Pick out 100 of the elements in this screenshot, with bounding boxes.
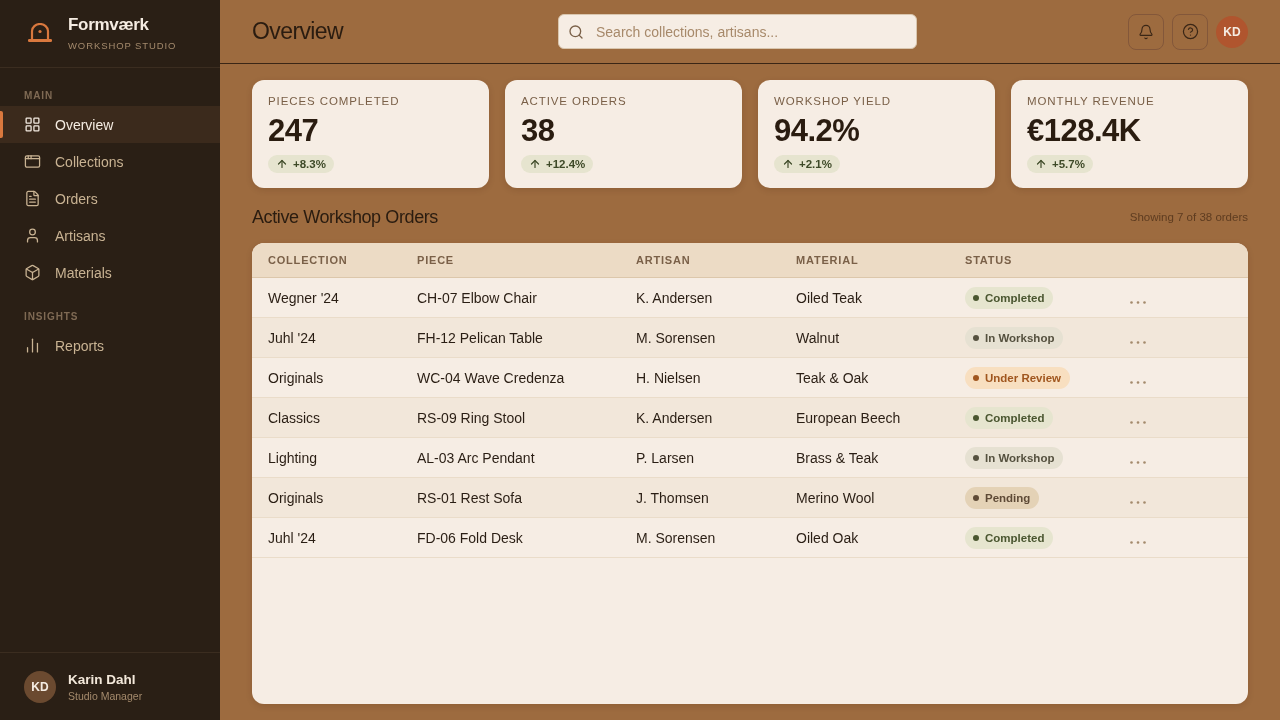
- arrow-up-icon: [782, 158, 794, 170]
- table-cell-text: AL-03 Arc Pendant: [417, 449, 536, 466]
- table-cell-text: Originals: [268, 489, 325, 506]
- status-dot-icon: [973, 534, 979, 541]
- table-cell-text: RS-01 Rest Sofa: [417, 489, 524, 506]
- change-badge: +5.7%: [1027, 155, 1093, 173]
- table-cell-text: Classics: [268, 409, 322, 426]
- table-cell-text: M. Sorensen: [636, 329, 717, 346]
- nav-item[interactable]: Artisans: [0, 217, 220, 254]
- table-cell-text: K. Andersen: [636, 289, 714, 306]
- table-cell-text: H. Nielsen: [636, 369, 702, 386]
- arrow-up-icon: [529, 158, 541, 170]
- status-dot-icon: [973, 454, 979, 461]
- status-dot-icon: [973, 294, 979, 301]
- stat-value: 94.2%: [774, 113, 861, 149]
- column-header: COLLECTION: [268, 254, 349, 266]
- column-header: ARTISAN: [636, 254, 692, 266]
- status-badge: In Workshop: [965, 446, 1064, 469]
- bar-chart-icon: [24, 337, 41, 354]
- ellipsis-icon: [1130, 380, 1146, 384]
- ellipsis-icon: [1130, 540, 1146, 544]
- table-cell-text: Walnut: [796, 329, 841, 346]
- grid-icon: [24, 116, 41, 133]
- status-dot-icon: [973, 374, 979, 381]
- table-cell-text: Teak & Oak: [796, 369, 870, 386]
- document-icon: [24, 190, 41, 207]
- stat-value: 38: [521, 113, 556, 149]
- status-dot-icon: [973, 494, 979, 501]
- nav-item[interactable]: Orders: [0, 180, 220, 217]
- table-cell-text: M. Sorensen: [636, 529, 717, 546]
- nav-item[interactable]: Reports: [0, 327, 220, 364]
- search-field[interactable]: Search collections, artisans...: [558, 14, 917, 49]
- notifications-button[interactable]: [1128, 13, 1164, 50]
- search-icon: [568, 24, 584, 40]
- column-header: STATUS: [965, 254, 1014, 266]
- stat-label: WORKSHOP YIELD: [774, 95, 892, 107]
- status-dot-icon: [973, 414, 979, 421]
- table-cell-text: FH-12 Pelican Table: [417, 329, 544, 346]
- table-cell-text: Oiled Teak: [796, 289, 863, 306]
- stat-value: €128.4K: [1027, 113, 1142, 149]
- table-cell-text: Wegner '24: [268, 289, 340, 306]
- ellipsis-icon: [1130, 460, 1146, 464]
- change-badge: +2.1%: [774, 155, 840, 173]
- stat-label: MONTHLY REVENUE: [1027, 95, 1156, 107]
- stat-label: ACTIVE ORDERS: [521, 95, 628, 107]
- user-avatar: KD: [24, 670, 56, 703]
- help-icon: [1181, 23, 1199, 40]
- section-title: Active Workshop Orders: [252, 206, 438, 228]
- window-icon: [24, 153, 41, 170]
- user-avatar[interactable]: KD: [1216, 15, 1248, 48]
- column-header: PIECE: [417, 254, 455, 266]
- change-badge: +12.4%: [521, 155, 594, 173]
- status-dot-icon: [973, 334, 979, 341]
- orders-summary: Showing 7 of 38 orders: [1129, 211, 1248, 223]
- user-role: Studio Manager: [68, 689, 143, 702]
- table-cell-text: Juhl '24: [268, 329, 317, 346]
- nav-item[interactable]: Collections: [0, 143, 220, 180]
- table-cell-text: Brass & Teak: [796, 449, 880, 466]
- status-badge: Completed: [965, 526, 1054, 549]
- brand-tagline: WORKSHOP STUDIO: [68, 39, 177, 51]
- change-badge: +8.3%: [268, 155, 334, 173]
- table-cell-text: Oiled Oak: [796, 529, 860, 546]
- table-cell-text: Juhl '24: [268, 529, 317, 546]
- arrow-up-icon: [276, 158, 288, 170]
- bell-icon: [1138, 23, 1154, 40]
- table-cell-text: K. Andersen: [636, 409, 714, 426]
- help-button[interactable]: [1172, 13, 1208, 50]
- table-cell-text: FD-06 Fold Desk: [417, 529, 524, 546]
- table-cell-text: CH-07 Elbow Chair: [417, 289, 538, 306]
- brand-name: Formværk: [68, 14, 150, 35]
- table-cell-text: Lighting: [268, 449, 319, 466]
- arrow-up-icon: [1035, 158, 1047, 170]
- ellipsis-icon: [1130, 500, 1146, 504]
- nav-item[interactable]: Materials: [0, 254, 220, 291]
- stat-value: 247: [268, 113, 320, 149]
- nav-section-title: MAIN: [23, 88, 55, 103]
- ellipsis-icon: [1130, 300, 1146, 304]
- status-badge: Pending: [965, 486, 1040, 509]
- table-cell-text: P. Larsen: [636, 449, 696, 466]
- ellipsis-icon: [1130, 340, 1146, 344]
- status-badge: Completed: [965, 286, 1054, 309]
- person-icon: [24, 227, 41, 244]
- table-cell-text: Merino Wool: [796, 489, 876, 506]
- status-badge: In Workshop: [965, 326, 1064, 349]
- page-title: Overview: [252, 18, 345, 45]
- stat-label: PIECES COMPLETED: [268, 95, 401, 107]
- table-cell-text: WC-04 Wave Credenza: [417, 369, 566, 386]
- ellipsis-icon: [1130, 420, 1146, 424]
- status-badge: Under Review: [965, 366, 1071, 389]
- column-header: MATERIAL: [796, 254, 860, 266]
- user-name: Karin Dahl: [68, 671, 137, 687]
- nav-section-title: INSIGHTS: [23, 309, 80, 324]
- nav-item[interactable]: Overview: [0, 106, 220, 143]
- cube-icon: [24, 264, 41, 281]
- table-cell-text: Originals: [268, 369, 325, 386]
- status-badge: Completed: [965, 406, 1054, 429]
- logo-icon: [28, 22, 52, 43]
- table-cell-text: J. Thomsen: [636, 489, 710, 506]
- table-cell-text: RS-09 Ring Stool: [417, 409, 527, 426]
- table-cell-text: European Beech: [796, 409, 902, 426]
